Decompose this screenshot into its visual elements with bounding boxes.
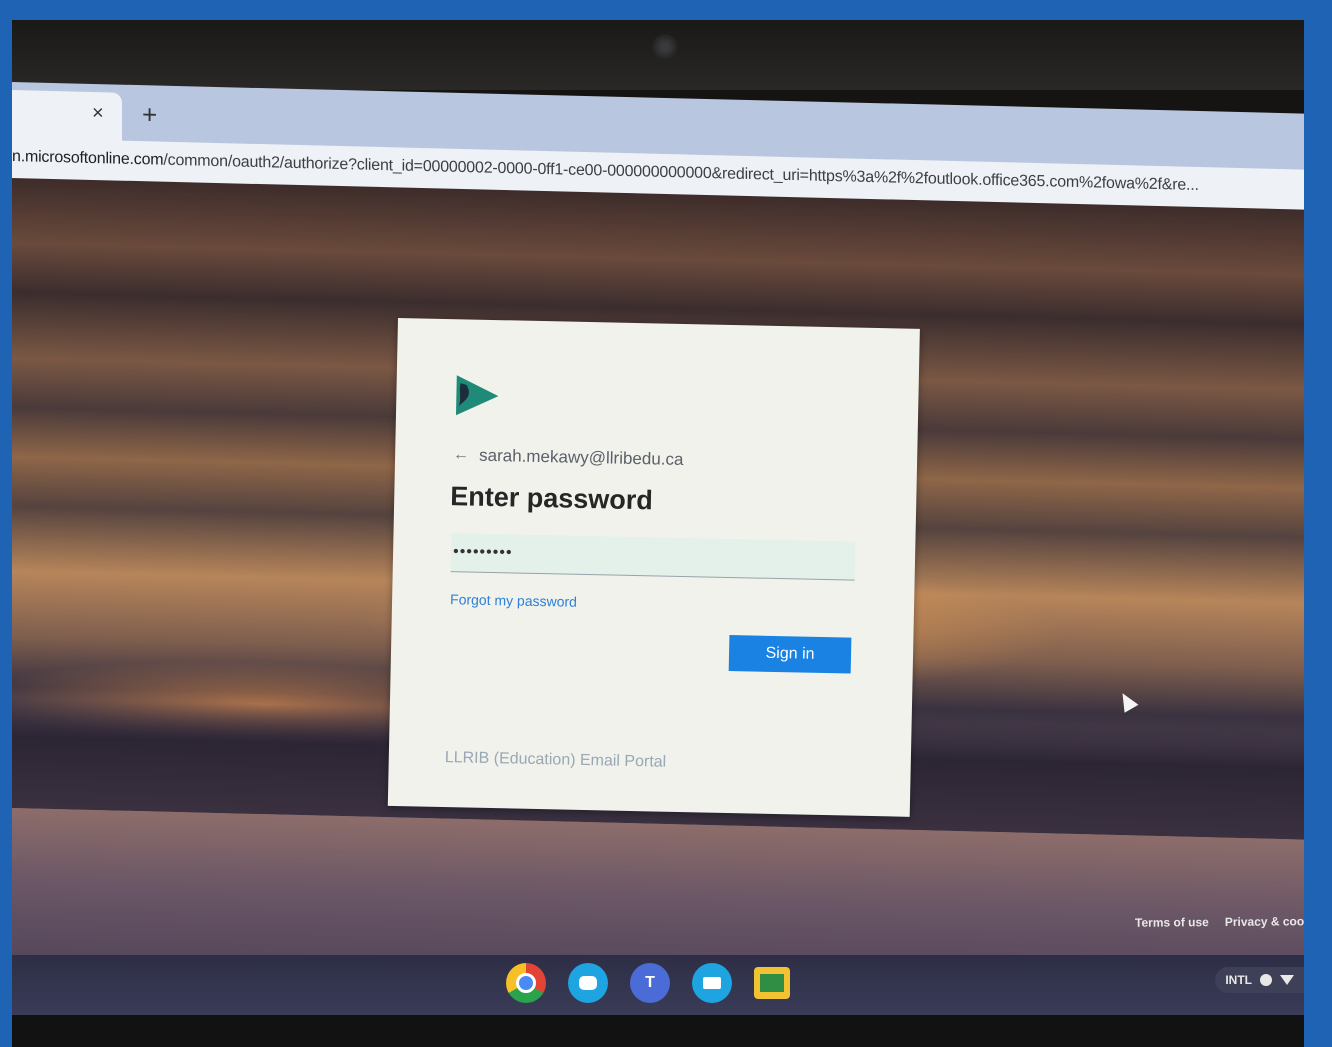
account-email: sarah.mekawy@llribedu.ca — [478, 445, 684, 470]
photo-frame: × + n.microsoftonline.com/common/oauth2/… — [0, 0, 1332, 1047]
privacy-link[interactable]: Privacy & coo — [1225, 914, 1304, 929]
laptop-screen: × + n.microsoftonline.com/common/oauth2/… — [12, 20, 1304, 1047]
new-tab-button[interactable]: + — [142, 99, 157, 130]
forgot-password-link[interactable]: Forgot my password — [450, 591, 577, 610]
input-method-label: INTL — [1225, 973, 1252, 987]
password-field[interactable] — [450, 533, 856, 581]
notification-icon — [1260, 974, 1272, 986]
url-host: n.microsoftonline.com — [12, 148, 164, 169]
account-identity: ← sarah.mekawy@llribedu.ca — [453, 445, 684, 470]
bottom-bezel — [12, 1015, 1304, 1047]
webcam — [652, 34, 678, 60]
org-logo-icon — [455, 375, 499, 416]
classroom-icon[interactable] — [754, 967, 790, 999]
chromeos-shelf: T INTL — [12, 955, 1304, 1015]
top-bezel — [12, 20, 1304, 90]
wifi-icon — [1280, 975, 1294, 985]
terms-of-use-link[interactable]: Terms of use — [1135, 915, 1209, 930]
page-title: Enter password — [449, 481, 654, 516]
chrome-icon[interactable] — [506, 963, 546, 1003]
legal-links: Terms of use Privacy & coo — [1135, 914, 1304, 929]
shelf-apps: T — [506, 963, 790, 1003]
portal-footer-text: LLRIB (Education) Email Portal — [444, 749, 667, 771]
back-arrow-icon[interactable]: ← — [453, 446, 469, 464]
chat-icon[interactable] — [568, 963, 608, 1003]
sign-in-button[interactable]: Sign in — [728, 635, 852, 674]
status-tray[interactable]: INTL — [1215, 967, 1304, 993]
teams-icon[interactable]: T — [630, 963, 670, 1003]
close-tab-icon[interactable]: × — [92, 102, 104, 125]
meet-icon[interactable] — [692, 963, 732, 1003]
signin-card: ← sarah.mekawy@llribedu.ca Enter passwor… — [387, 318, 920, 817]
